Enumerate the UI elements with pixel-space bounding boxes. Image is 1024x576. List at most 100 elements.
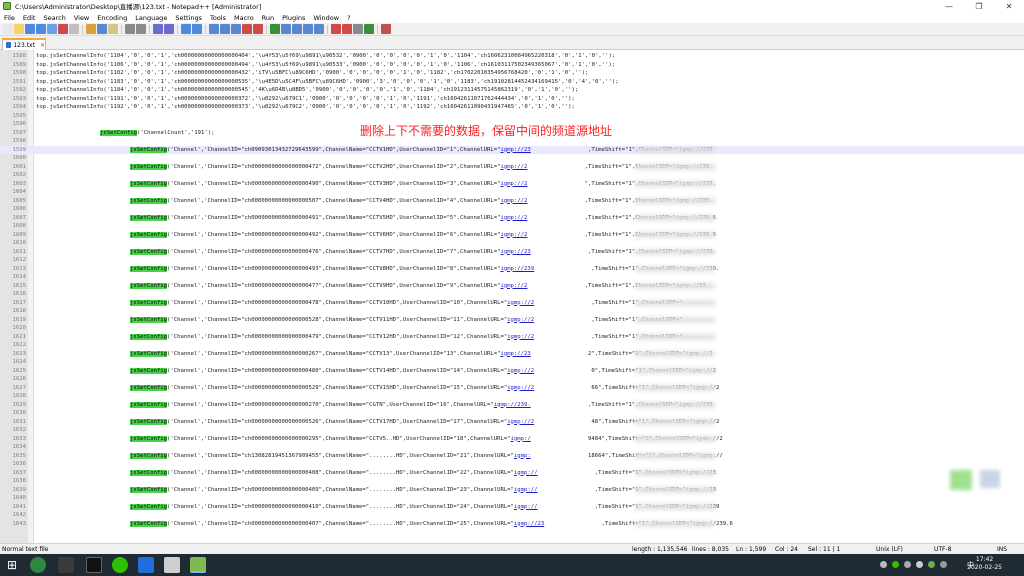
menu-plugins[interactable]: Plugins — [278, 14, 309, 22]
paste-icon[interactable] — [108, 24, 118, 34]
app-taskbar-icon[interactable] — [138, 557, 154, 573]
tray-arrow-icon[interactable] — [880, 561, 887, 568]
channel-url[interactable]: igmp://2 — [507, 334, 534, 340]
channel-url[interactable]: igmp://23 — [514, 521, 544, 527]
save-all-icon[interactable] — [36, 24, 46, 34]
menu-run[interactable]: Run — [258, 14, 278, 22]
editor-line[interactable]: 1622 — [0, 341, 1024, 350]
editor-line[interactable]: 1611 jsSetConfig('Channel','ChannelID="ch… — [0, 248, 1024, 257]
menu-help[interactable]: ? — [343, 14, 354, 22]
status-eol[interactable]: Unix (LF) — [876, 546, 903, 553]
close-button[interactable]: ✕ — [994, 0, 1024, 12]
editor-line[interactable]: 1603 jsSetConfig('Channel','ChannelID="ch… — [0, 180, 1024, 189]
editor-line[interactable]: 1636 — [0, 460, 1024, 469]
tray-network-icon[interactable] — [904, 561, 911, 568]
menu-tools[interactable]: Tools — [206, 14, 230, 22]
menu-file[interactable]: File — [0, 14, 19, 22]
editor-line[interactable]: 1607 jsSetConfig('Channel','ChannelID="ch… — [0, 214, 1024, 223]
replace-icon[interactable] — [164, 24, 174, 34]
redo-icon[interactable] — [136, 24, 146, 34]
taskbar-clock[interactable]: 17:42 2020-02-25 — [967, 556, 1002, 572]
editor-line[interactable]: 1605 jsSetConfig('Channel','ChannelID="ch… — [0, 197, 1024, 206]
editor-line[interactable]: 1595 — [0, 112, 1024, 121]
editor-line[interactable]: 1616 — [0, 290, 1024, 299]
editor-line[interactable]: 1591 top.jsSetChannelInfo('1183','0','0',… — [0, 78, 1024, 87]
word-wrap-icon[interactable] — [231, 24, 241, 34]
maximize-button[interactable]: ❐ — [964, 0, 994, 12]
channel-url[interactable]: igmp:// — [514, 487, 538, 493]
tray-app-icon[interactable] — [928, 561, 935, 568]
playback-macro-icon[interactable] — [353, 24, 363, 34]
menu-search[interactable]: Search — [39, 14, 69, 22]
run-macro-icon[interactable] — [364, 24, 374, 34]
channel-url[interactable]: igmp: — [514, 453, 531, 459]
channel-url[interactable]: igmp://2 — [507, 300, 534, 306]
menu-macro[interactable]: Macro — [230, 14, 258, 22]
close-file-icon[interactable] — [47, 24, 57, 34]
editor-line[interactable]: 1630 — [0, 409, 1024, 418]
sync-horizontal-icon[interactable] — [220, 24, 230, 34]
editor-line[interactable]: 1629 jsSetConfig('Channel','ChannelID="ch… — [0, 401, 1024, 410]
terminal-taskbar-icon[interactable] — [86, 557, 102, 573]
save-icon[interactable] — [25, 24, 35, 34]
menu-settings[interactable]: Settings — [171, 14, 206, 22]
editor-line[interactable]: 1635 jsSetConfig('Channel','ChannelID="ch… — [0, 452, 1024, 461]
tray-volume-icon[interactable] — [916, 561, 923, 568]
tab-close-icon[interactable]: ✕ — [40, 42, 45, 49]
editor-line[interactable]: 1604 — [0, 188, 1024, 197]
copy-icon[interactable] — [97, 24, 107, 34]
editor-line[interactable]: 1626 — [0, 375, 1024, 384]
editor-line[interactable]: 1637 jsSetConfig('Channel','ChannelID="ch… — [0, 469, 1024, 478]
menu-encoding[interactable]: Encoding — [93, 14, 131, 22]
wechat-taskbar-icon[interactable] — [112, 557, 128, 573]
editor-line[interactable]: 1590 top.jsSetChannelInfo('1182','0','0',… — [0, 69, 1024, 78]
tray-wechat-icon[interactable] — [892, 561, 899, 568]
browser-taskbar-icon[interactable] — [30, 557, 46, 573]
minimize-button[interactable]: — — [934, 0, 964, 12]
editor-line[interactable]: 1608 — [0, 222, 1024, 231]
channel-url[interactable]: igmp://23 — [500, 147, 530, 153]
editor-line[interactable]: 1606 — [0, 205, 1024, 214]
close-all-icon[interactable] — [58, 24, 68, 34]
editor-line[interactable]: 1594 top.jsSetChannelInfo('1192','0','0',… — [0, 103, 1024, 112]
editor-line[interactable]: 1613 jsSetConfig('Channel','ChannelID="ch… — [0, 265, 1024, 274]
channel-url[interactable]: igmp://239. — [494, 402, 531, 408]
sync-vertical-icon[interactable] — [209, 24, 219, 34]
editor-line[interactable]: 1621 jsSetConfig('Channel','ChannelID="ch… — [0, 333, 1024, 342]
tab-123-txt[interactable]: 123.txt ✕ — [2, 38, 46, 50]
channel-url[interactable]: igmp://23 — [500, 351, 530, 357]
editor-line[interactable]: 1589 top.jsSetChannelInfo('1106','0','0',… — [0, 61, 1024, 70]
editor-line[interactable]: 1619 jsSetConfig('Channel','ChannelID="ch… — [0, 316, 1024, 325]
menu-window[interactable]: Window — [309, 14, 343, 22]
editor-line[interactable]: 1641 jsSetConfig('Channel','ChannelID="ch… — [0, 503, 1024, 512]
channel-url[interactable]: igmp://2 — [507, 419, 534, 425]
menu-view[interactable]: View — [70, 14, 93, 22]
spell-check-icon[interactable] — [381, 24, 391, 34]
status-encoding[interactable]: UTF-8 — [934, 546, 952, 553]
editor-line[interactable]: 1633 jsSetConfig('Channel','ChannelID="ch… — [0, 435, 1024, 444]
undo-icon[interactable] — [125, 24, 135, 34]
editor-line[interactable]: 1614 — [0, 273, 1024, 282]
editor-line[interactable]: 1643 jsSetConfig('Channel','ChannelID="ch… — [0, 520, 1024, 529]
editor-line[interactable]: 1601 jsSetConfig('Channel','ChannelID="ch… — [0, 163, 1024, 172]
editor-line[interactable]: 1624 — [0, 358, 1024, 367]
notepadpp-taskbar-icon[interactable] — [190, 557, 206, 573]
editor-line[interactable]: 1609 jsSetConfig('Channel','ChannelID="ch… — [0, 231, 1024, 240]
folder-as-workspace-icon[interactable] — [303, 24, 313, 34]
udl-icon[interactable] — [270, 24, 280, 34]
channel-url[interactable]: igmp:// — [514, 504, 538, 510]
editor-line[interactable]: 1634 — [0, 443, 1024, 452]
channel-url[interactable]: igmp://2 — [500, 215, 527, 221]
editor-line[interactable]: 1588 top.jsSetChannelInfo('1104','0','0',… — [0, 52, 1024, 61]
channel-url[interactable]: igmp:// — [514, 470, 538, 476]
editor-line[interactable]: 1631 jsSetConfig('Channel','ChannelID="ch… — [0, 418, 1024, 427]
show-all-chars-icon[interactable] — [242, 24, 252, 34]
find-icon[interactable] — [153, 24, 163, 34]
menu-edit[interactable]: Edit — [19, 14, 40, 22]
editor-line[interactable]: 1625 jsSetConfig('Channel','ChannelID="ch… — [0, 367, 1024, 376]
channel-url[interactable]: igmp://2 — [500, 198, 527, 204]
channel-url[interactable]: igmp://2 — [500, 283, 527, 289]
editor-line[interactable]: 1638 — [0, 477, 1024, 486]
channel-url[interactable]: igmp://239 — [500, 266, 534, 272]
editor-line[interactable]: 1628 — [0, 392, 1024, 401]
